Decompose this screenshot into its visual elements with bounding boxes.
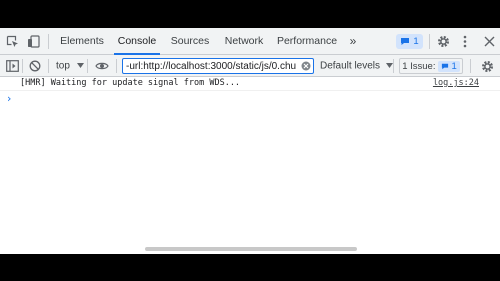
- console-message-source-link[interactable]: log.js:24: [433, 77, 479, 90]
- toolbar-separator: [22, 59, 23, 73]
- sidebar-toggle-icon[interactable]: [5, 59, 19, 73]
- console-message: [HMR] Waiting for update signal from WDS…: [0, 77, 500, 91]
- devtools-tabbar: Elements Console Sources Network Perform…: [0, 28, 500, 55]
- message-icon: [400, 37, 410, 46]
- horizontal-scrollbar[interactable]: [145, 247, 357, 251]
- filter-input[interactable]: [126, 59, 296, 73]
- toolbar-separator: [48, 59, 49, 73]
- context-label: top: [56, 60, 70, 72]
- console-prompt[interactable]: ›: [7, 92, 11, 105]
- console-filter: [122, 58, 314, 74]
- issues-count: 1: [451, 60, 457, 72]
- message-count: 1: [413, 36, 419, 47]
- settings-gear-icon[interactable]: [480, 59, 494, 73]
- kebab-menu-icon[interactable]: [459, 34, 471, 49]
- tab-performance[interactable]: Performance: [274, 28, 340, 55]
- console-output: [HMR] Waiting for update signal from WDS…: [0, 77, 500, 254]
- tab-network[interactable]: Network: [220, 28, 268, 55]
- dropdown-arrow-icon: [385, 58, 393, 74]
- more-tabs-icon[interactable]: »: [345, 28, 361, 55]
- console-toolbar: top Default levels 1 Issue:: [0, 55, 500, 77]
- settings-gear-icon[interactable]: [436, 34, 451, 49]
- log-levels-dropdown[interactable]: Default levels: [320, 58, 393, 74]
- device-toggle-icon[interactable]: [26, 34, 41, 49]
- eye-icon[interactable]: [94, 59, 110, 73]
- clear-console-icon[interactable]: [28, 59, 42, 73]
- log-levels-label: Default levels: [320, 60, 381, 72]
- devtools-window: Elements Console Sources Network Perform…: [0, 28, 500, 254]
- toolbar-separator: [393, 59, 394, 73]
- toolbar-separator: [87, 59, 88, 73]
- toolbar-separator: [116, 59, 117, 73]
- inspect-element-icon[interactable]: [5, 34, 20, 49]
- close-icon[interactable]: [482, 34, 497, 49]
- toolbar-separator: [470, 59, 471, 73]
- issues-label: 1 Issue:: [402, 60, 436, 72]
- clear-filter-icon[interactable]: [301, 61, 311, 71]
- message-icon: [441, 63, 449, 70]
- tab-elements[interactable]: Elements: [56, 28, 108, 55]
- dropdown-arrow-icon: [76, 58, 84, 74]
- tab-sources[interactable]: Sources: [166, 28, 214, 55]
- context-selector[interactable]: top: [56, 58, 84, 74]
- tabbar-separator: [48, 34, 49, 49]
- issues-badge: 1: [438, 60, 460, 72]
- tab-console[interactable]: Console: [114, 28, 160, 55]
- message-count-badge[interactable]: 1: [396, 34, 423, 49]
- tabbar-separator: [429, 34, 430, 49]
- issues-button[interactable]: 1 Issue: 1: [399, 58, 463, 74]
- console-message-text: [HMR] Waiting for update signal from WDS…: [20, 78, 241, 88]
